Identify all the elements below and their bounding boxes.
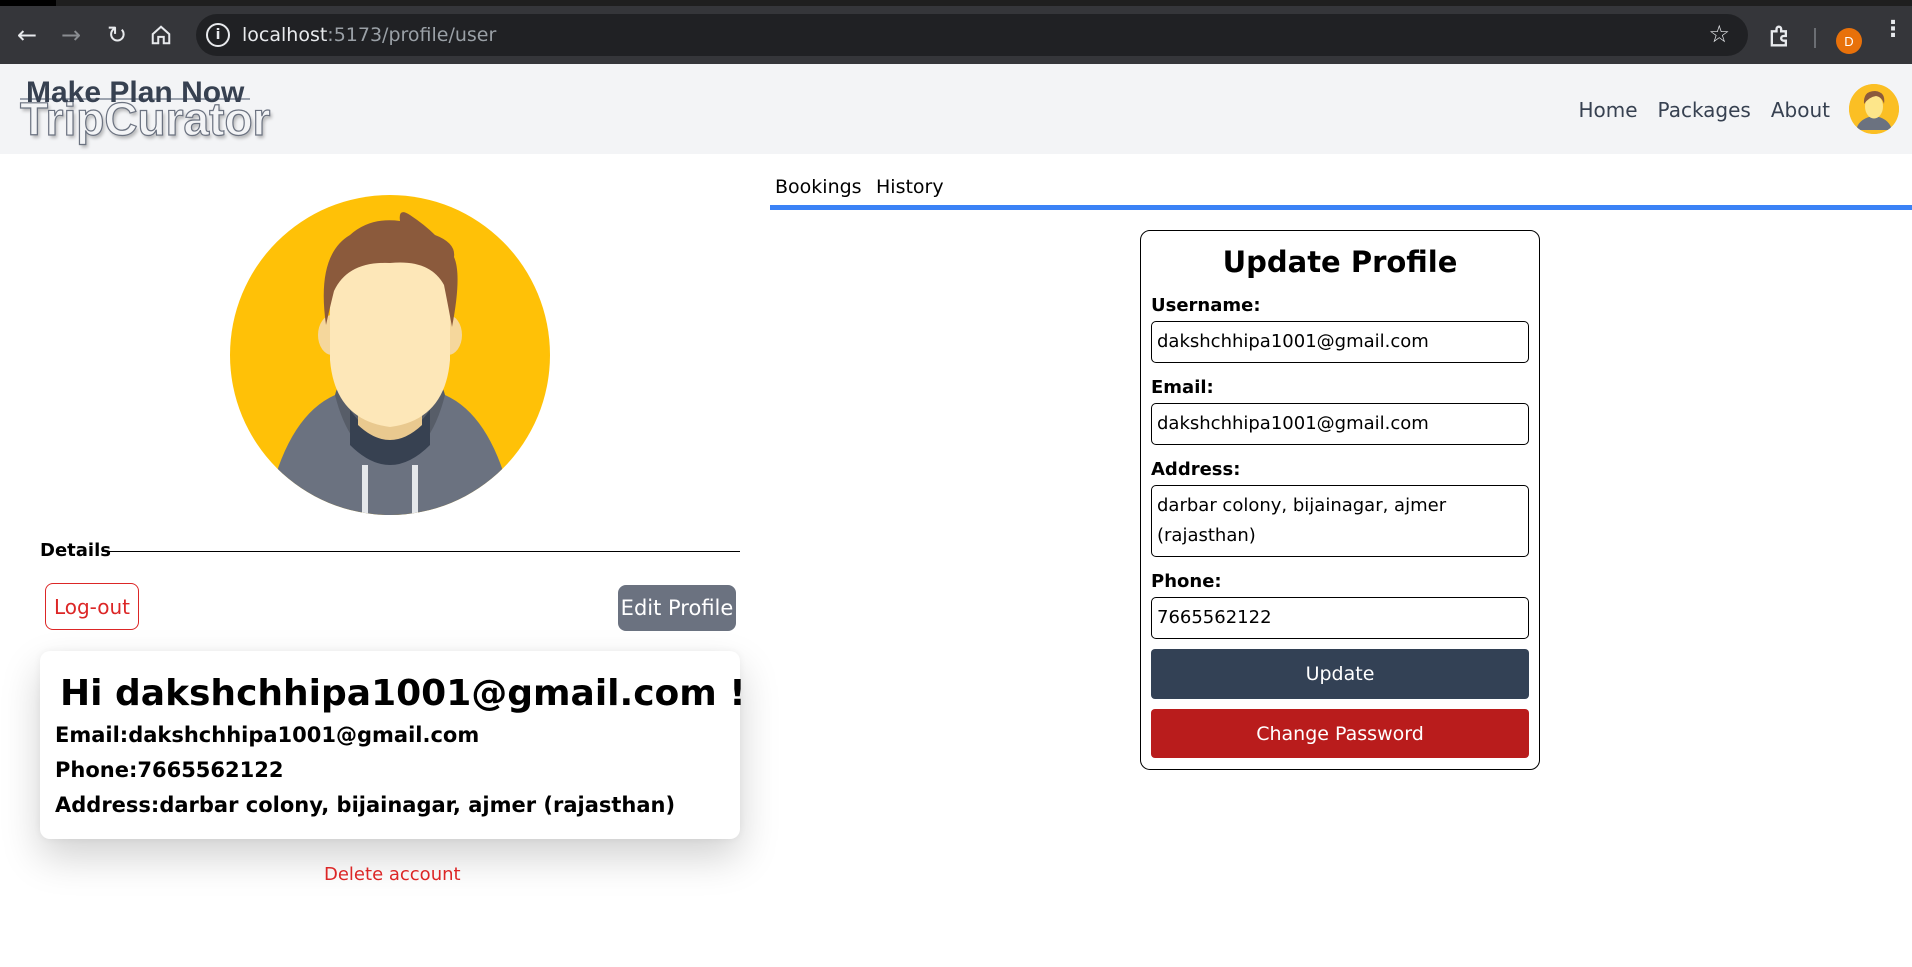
address-label: Address: (1151, 459, 1241, 480)
phone-label: Phone: (1151, 571, 1222, 592)
site-navbar: TripCurator Make Plan Now Home Packages … (0, 64, 1912, 154)
toolbar-separator (1814, 28, 1816, 48)
nav-link-home[interactable]: Home (1578, 98, 1637, 122)
phone-field[interactable]: 7665562122 (1151, 597, 1529, 639)
browser-profile-avatar[interactable]: D (1836, 28, 1862, 54)
email-label: Email: (1151, 377, 1214, 398)
tab-history[interactable]: History (876, 176, 944, 198)
greeting-heading: Hi dakshchhipa1001@gmail.com ! (60, 673, 746, 714)
home-icon[interactable] (142, 16, 180, 54)
form-title: Update Profile (1222, 245, 1458, 279)
profile-info-card: Hi dakshchhipa1001@gmail.com ! Email:dak… (40, 651, 746, 839)
menu-icon[interactable]: ⋮ (1882, 19, 1904, 41)
nav-user-avatar[interactable] (1849, 84, 1899, 134)
username-field[interactable]: dakshchhipa1001@gmail.com (1151, 321, 1529, 363)
update-button[interactable]: Update (1151, 649, 1529, 699)
change-password-button[interactable]: Change Password (1151, 709, 1529, 758)
browser-toolbar: ← → ↻ i localhost:5173/profile/user ☆ D … (0, 6, 1912, 64)
url-text[interactable]: localhost:5173/profile/user (242, 24, 496, 46)
nav-link-packages[interactable]: Packages (1658, 98, 1751, 122)
address-bar[interactable]: i localhost:5173/profile/user ☆ (196, 14, 1748, 56)
logout-button[interactable]: Log-out (45, 583, 139, 630)
address-field[interactable]: darbar colony, bijainagar, ajmer (rajast… (1151, 485, 1529, 557)
extensions-icon[interactable] (1766, 22, 1794, 50)
address-info: Address:darbar colony, bijainagar, ajmer… (55, 793, 676, 817)
username-label: Username: (1151, 295, 1261, 316)
tab-bookings[interactable]: Bookings (775, 176, 862, 198)
site-info-icon[interactable]: i (206, 23, 230, 47)
profile-avatar (230, 195, 550, 515)
edit-profile-button[interactable]: Edit Profile (618, 585, 736, 631)
bookmark-star-icon[interactable]: ☆ (1708, 20, 1730, 48)
phone-info: Phone:7665562122 (55, 758, 284, 782)
nav-link-about[interactable]: About (1771, 98, 1830, 122)
profile-tabs: Bookings History (770, 172, 1912, 210)
reload-icon[interactable]: ↻ (98, 16, 136, 54)
details-heading: Details (40, 540, 111, 561)
forward-icon[interactable]: → (52, 16, 90, 54)
details-divider (102, 551, 740, 552)
update-profile-form: Update Profile Username: dakshchhipa1001… (1140, 230, 1540, 770)
email-info: Email:dakshchhipa1001@gmail.com (55, 723, 480, 747)
delete-account-link[interactable]: Delete account (324, 864, 461, 885)
brand-tagline[interactable]: Make Plan Now (26, 76, 244, 110)
email-field[interactable]: dakshchhipa1001@gmail.com (1151, 403, 1529, 445)
back-icon[interactable]: ← (8, 16, 46, 54)
nav-links: Home Packages About (1578, 98, 1830, 122)
